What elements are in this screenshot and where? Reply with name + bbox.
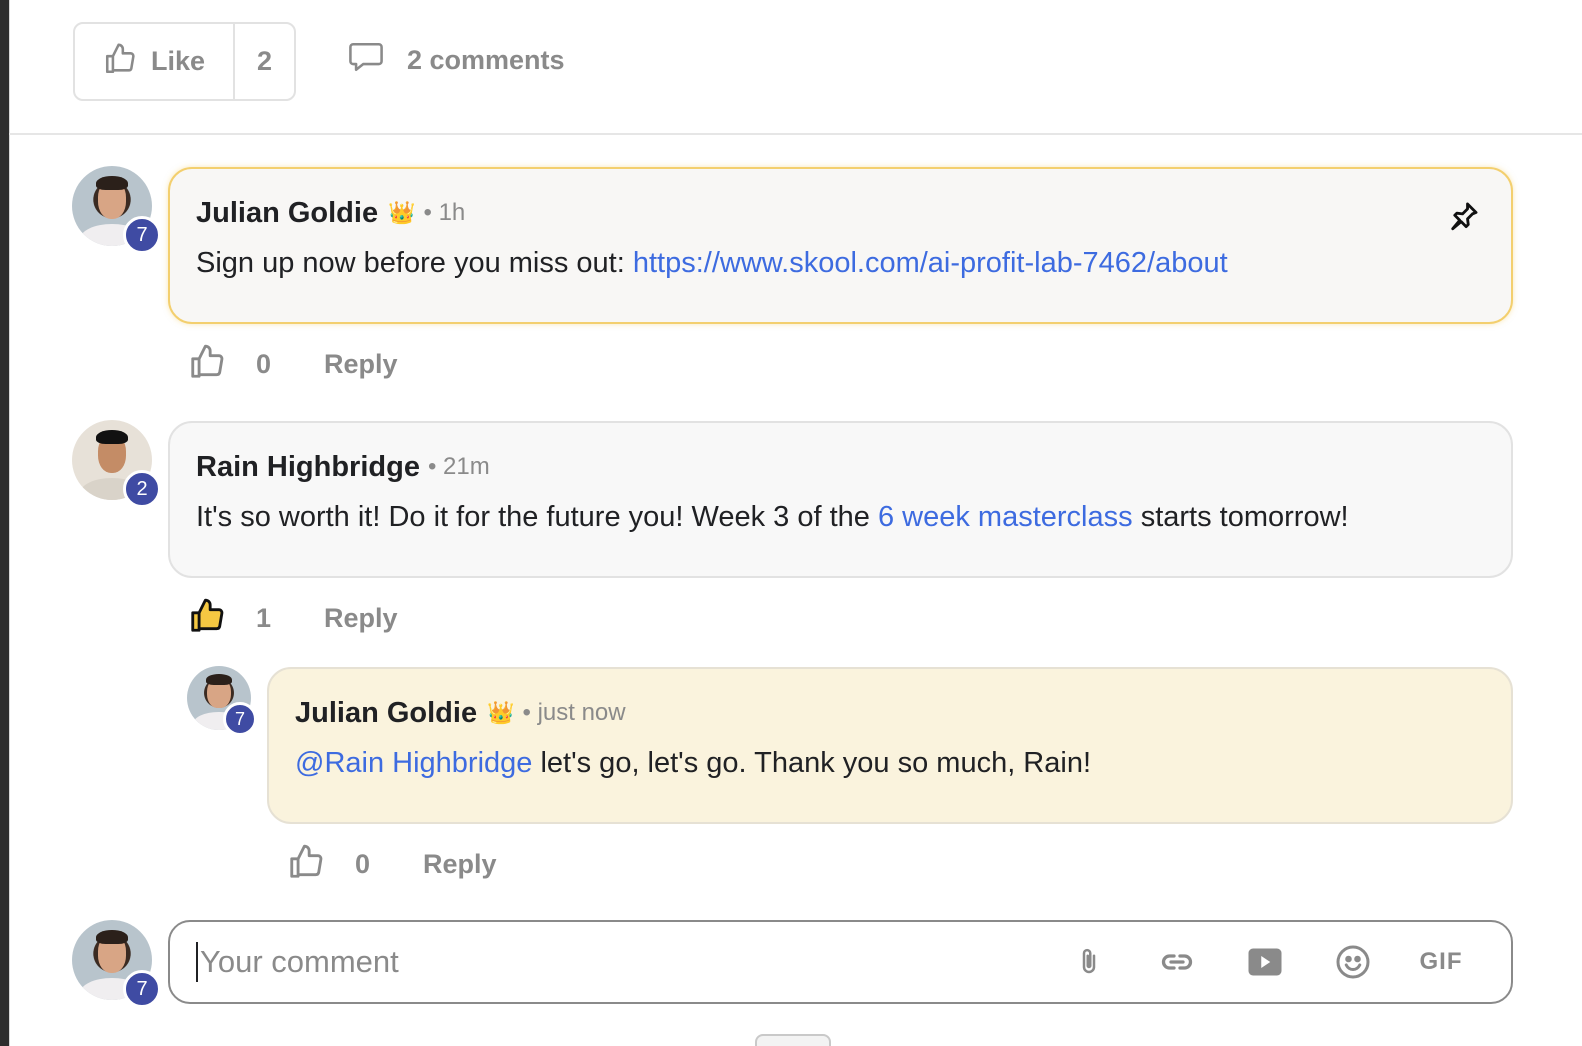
- comment-text: It's so worth it! Do it for the future y…: [196, 501, 1485, 534]
- masterclass-link[interactable]: 6 week masterclass: [878, 501, 1133, 533]
- comment-bubble-icon: [347, 40, 385, 81]
- avatar-julian-goldie[interactable]: 7: [72, 166, 161, 254]
- crown-icon: 👑: [487, 700, 515, 725]
- comment-text: Sign up now before you miss out: https:/…: [196, 247, 1485, 280]
- emoji-icon[interactable]: [1333, 942, 1373, 982]
- paperclip-icon[interactable]: [1069, 942, 1109, 982]
- avatar-rain-highbridge[interactable]: 2: [72, 420, 161, 508]
- pin-icon[interactable]: [1447, 199, 1481, 238]
- gif-button[interactable]: GIF: [1420, 942, 1462, 982]
- like-label: Like: [150, 46, 206, 76]
- link-icon[interactable]: [1157, 942, 1197, 982]
- reply-button[interactable]: Reply: [324, 603, 398, 634]
- left-window-edge: [0, 0, 9, 1046]
- thumbs-up-icon-liked[interactable]: [188, 597, 226, 640]
- comment-actions: 0 Reply: [188, 342, 398, 386]
- scroll-handle[interactable]: [755, 1034, 831, 1046]
- avatar-julian-goldie[interactable]: 7: [187, 666, 257, 736]
- like-count: 0: [355, 848, 371, 879]
- comment-input[interactable]: [196, 942, 1069, 982]
- section-divider: [9, 133, 1582, 135]
- comment-time: • 21m: [427, 453, 490, 480]
- comments-count-label: 2 comments: [407, 44, 565, 75]
- comment-link[interactable]: https://www.skool.com/ai-profit-lab-7462…: [633, 247, 1228, 279]
- comment-time: • just now: [522, 699, 626, 726]
- level-badge: 7: [123, 216, 161, 254]
- reply-bubble: Julian Goldie 👑 • just now @Rain Highbri…: [267, 667, 1513, 824]
- like-count: 0: [256, 348, 272, 379]
- left-edge-divider: [9, 0, 10, 1046]
- composer-avatar: 7: [72, 920, 161, 1008]
- thumbs-up-icon[interactable]: [188, 343, 226, 386]
- user-mention[interactable]: @Rain Highbridge: [295, 747, 532, 779]
- video-icon[interactable]: [1245, 942, 1285, 982]
- comment-actions: 1 Reply: [188, 596, 398, 640]
- comment-time: • 1h: [423, 199, 466, 226]
- comment-text-before: It's so worth it! Do it for the future y…: [196, 501, 878, 533]
- post-like-count[interactable]: 2: [235, 46, 294, 77]
- comment-author[interactable]: Julian Goldie: [295, 697, 477, 730]
- comment-author[interactable]: Rain Highbridge: [196, 451, 420, 484]
- comment-text-body: Sign up now before you miss out:: [196, 247, 633, 279]
- comment-bubble-pinned: Julian Goldie 👑 • 1h Sign up now before …: [168, 167, 1513, 324]
- level-badge: 7: [223, 702, 257, 736]
- composer-tools: GIF: [1069, 942, 1462, 982]
- reply-button[interactable]: Reply: [423, 849, 497, 880]
- thumbs-up-icon[interactable]: [287, 843, 325, 886]
- comment-text: @Rain Highbridge let's go, let's go. Tha…: [295, 747, 1485, 780]
- thumbs-up-icon: [103, 42, 137, 81]
- post-comments-button[interactable]: 2 comments: [347, 40, 565, 80]
- level-badge: 2: [123, 470, 161, 508]
- like-count: 1: [256, 602, 272, 633]
- level-badge: 7: [123, 970, 161, 1008]
- comment-text-after: let's go, let's go. Thank you so much, R…: [532, 747, 1092, 779]
- comment-bubble: Rain Highbridge • 21m It's so worth it! …: [168, 421, 1513, 578]
- crown-icon: 👑: [388, 200, 416, 225]
- comment-text-after: starts tomorrow!: [1132, 501, 1349, 533]
- post-like-button[interactable]: Like: [75, 24, 235, 99]
- comment-author[interactable]: Julian Goldie: [196, 197, 378, 230]
- reply-button[interactable]: Reply: [324, 349, 398, 380]
- comment-actions: 0 Reply: [287, 842, 497, 886]
- comment-composer: GIF: [168, 920, 1513, 1004]
- post-like-control: Like 2: [73, 22, 296, 101]
